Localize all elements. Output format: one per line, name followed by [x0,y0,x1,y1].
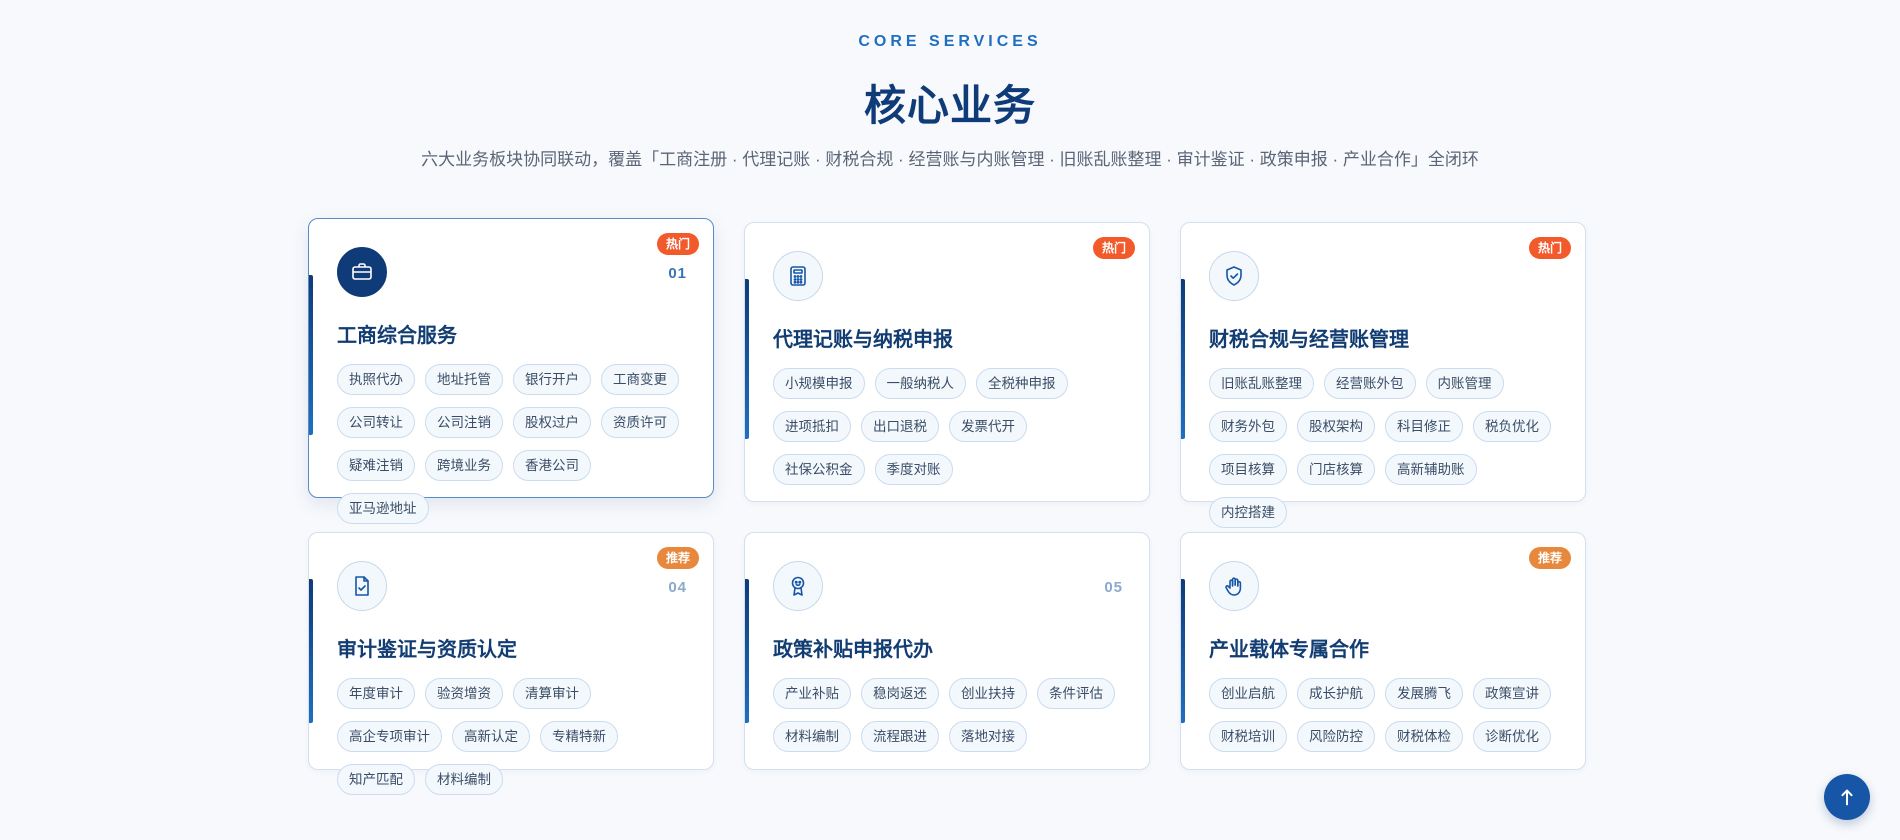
service-tag[interactable]: 小规模申报 [773,368,865,399]
card-title: 工商综合服务 [337,325,457,347]
card-accent-bar [745,579,749,723]
card-accent-bar [309,275,313,435]
service-tag[interactable]: 清算审计 [513,678,591,709]
hand-icon [1209,561,1259,611]
service-tag[interactable]: 财务外包 [1209,411,1287,442]
card-tags: 年度审计 验资增资 清算审计 高企专项审计 高新认定 专精特新 知产匹配 材料编… [337,678,687,795]
recommended-badge: 推荐 [1528,547,1571,569]
award-icon [773,561,823,611]
service-tag[interactable]: 财税体检 [1385,721,1463,752]
service-tag[interactable]: 社保公积金 [773,454,865,485]
service-tag[interactable]: 跨境业务 [425,450,503,481]
page-title: 核心业务 [863,82,1036,129]
service-tag[interactable]: 风险防控 [1297,721,1375,752]
card-title: 政策补贴申报代办 [773,639,933,661]
hot-badge: 热门 [1528,237,1571,259]
service-tag[interactable]: 材料编制 [773,721,851,752]
shield-check-icon [1209,251,1259,301]
recommended-badge: 推荐 [656,547,699,569]
service-tag[interactable]: 项目核算 [1209,454,1287,485]
service-tag[interactable]: 发展腾飞 [1385,678,1463,709]
service-tag[interactable]: 工商变更 [601,364,679,395]
service-tag[interactable]: 产业补贴 [773,678,851,709]
service-tag[interactable]: 税负优化 [1473,411,1551,442]
arrow-up-icon [1841,789,1853,806]
service-tag[interactable]: 香港公司 [513,450,591,481]
card-tags: 小规模申报 一般纳税人 全税种申报 进项抵扣 出口退税 发票代开 社保公积金 季… [773,368,1123,485]
service-tag[interactable]: 高新认定 [452,721,530,752]
service-tag[interactable]: 创业扶持 [949,678,1027,709]
service-tag[interactable]: 出口退税 [861,411,939,442]
section-eyebrow: CORE SERVICES [858,33,1042,50]
service-tag[interactable]: 财税培训 [1209,721,1287,752]
service-tag[interactable]: 地址托管 [425,364,503,395]
service-tag[interactable]: 内控搭建 [1209,497,1287,528]
service-tag[interactable]: 股权架构 [1297,411,1375,442]
service-tag[interactable]: 季度对账 [874,454,953,485]
service-tag[interactable]: 股权过户 [513,407,591,438]
hot-badge: 热门 [656,233,699,255]
service-tag[interactable]: 诊断优化 [1473,721,1551,752]
card-title: 财税合规与经营账管理 [1209,329,1409,351]
service-card-audit[interactable]: 推荐 04 审计鉴证与资质认定 年度审计 验资增资 清算审计 高企专项审计 高新… [308,532,714,795]
service-cards-grid: 热门 01 工商综合服务 执照代办 地址托管 银行开户 工商变更 公司转让 公司… [308,218,1586,795]
card-accent-bar [1181,279,1185,439]
service-tag[interactable]: 政策宣讲 [1473,678,1551,709]
card-tags: 执照代办 地址托管 银行开户 工商变更 公司转让 公司注销 股权过户 资质许可 … [337,364,687,524]
service-tag[interactable]: 创业启航 [1209,678,1287,709]
core-services-section: CORE SERVICES 核心业务 六大业务板块协同联动，覆盖「工商注册 · … [0,0,1900,840]
service-card-policy-subsidy[interactable]: 05 政策补贴申报代办 产业补贴 稳岗返还 创业扶持 条件评估 材料编制 流程跟… [744,532,1150,770]
service-tag[interactable]: 发票代开 [949,411,1027,442]
card-tags: 创业启航 成长护航 发展腾飞 政策宣讲 财税培训 风险防控 财税体检 诊断优化 [1209,678,1559,752]
service-tag[interactable]: 材料编制 [425,764,503,795]
service-tag[interactable]: 专精特新 [540,721,618,752]
card-title: 审计鉴证与资质认定 [337,639,517,661]
service-card-tax-compliance[interactable]: 热门 财税合规与经营账管理 旧账乱账整理 经营账外包 内账管理 财务外包 股权架… [1180,222,1586,528]
card-tags: 产业补贴 稳岗返还 创业扶持 条件评估 材料编制 流程跟进 落地对接 [773,678,1123,752]
card-number: 04 [668,579,687,596]
service-tag[interactable]: 进项抵扣 [773,411,851,442]
card-number: 01 [668,265,687,282]
card-accent-bar [309,579,313,723]
service-tag[interactable]: 成长护航 [1297,678,1375,709]
service-tag[interactable]: 流程跟进 [861,721,939,752]
service-tag[interactable]: 一般纳税人 [874,368,966,399]
service-tag[interactable]: 全税种申报 [976,368,1068,399]
service-tag[interactable]: 资质许可 [601,407,679,438]
card-accent-bar [745,279,749,439]
service-tag[interactable]: 亚马逊地址 [337,493,429,524]
service-card-industry-partnership[interactable]: 推荐 产业载体专属合作 创业启航 成长护航 发展腾飞 政策宣讲 财税培训 风险防… [1180,532,1586,770]
service-tag[interactable]: 旧账乱账整理 [1209,368,1314,399]
service-tag[interactable]: 门店核算 [1297,454,1375,485]
back-to-top-button[interactable] [1824,774,1870,820]
service-tag[interactable]: 稳岗返还 [861,678,939,709]
card-tags: 旧账乱账整理 经营账外包 内账管理 财务外包 股权架构 科目修正 税负优化 项目… [1209,368,1559,528]
card-title: 代理记账与纳税申报 [773,329,953,351]
hot-badge: 热门 [1092,237,1135,259]
service-tag[interactable]: 落地对接 [949,721,1027,752]
service-tag[interactable]: 高新辅助账 [1385,454,1477,485]
service-tag[interactable]: 公司注销 [425,407,503,438]
service-tag[interactable]: 执照代办 [337,364,415,395]
service-tag[interactable]: 科目修正 [1385,411,1463,442]
calculator-icon [773,251,823,301]
card-accent-bar [1181,579,1185,723]
service-tag[interactable]: 验资增资 [425,678,503,709]
service-card-business-registration[interactable]: 热门 01 工商综合服务 执照代办 地址托管 银行开户 工商变更 公司转让 公司… [308,218,714,524]
section-subtitle: 六大业务板块协同联动，覆盖「工商注册 · 代理记账 · 财税合规 · 经营账与内… [421,150,1479,169]
service-tag[interactable]: 年度审计 [337,678,415,709]
service-tag[interactable]: 经营账外包 [1324,368,1416,399]
card-number: 05 [1104,579,1123,596]
briefcase-icon [337,247,387,297]
card-title: 产业载体专属合作 [1209,639,1369,661]
service-tag[interactable]: 银行开户 [513,364,591,395]
service-tag[interactable]: 疑难注销 [337,450,415,481]
service-tag[interactable]: 高企专项审计 [337,721,442,752]
service-tag[interactable]: 条件评估 [1037,678,1115,709]
service-tag[interactable]: 公司转让 [337,407,415,438]
service-tag[interactable]: 知产匹配 [337,764,415,795]
service-card-bookkeeping[interactable]: 热门 代理记账与纳税申报 小规模申报 一般纳税人 全税种申报 进项抵扣 出口退税… [744,222,1150,502]
document-check-icon [337,561,387,611]
service-tag[interactable]: 内账管理 [1425,368,1504,399]
